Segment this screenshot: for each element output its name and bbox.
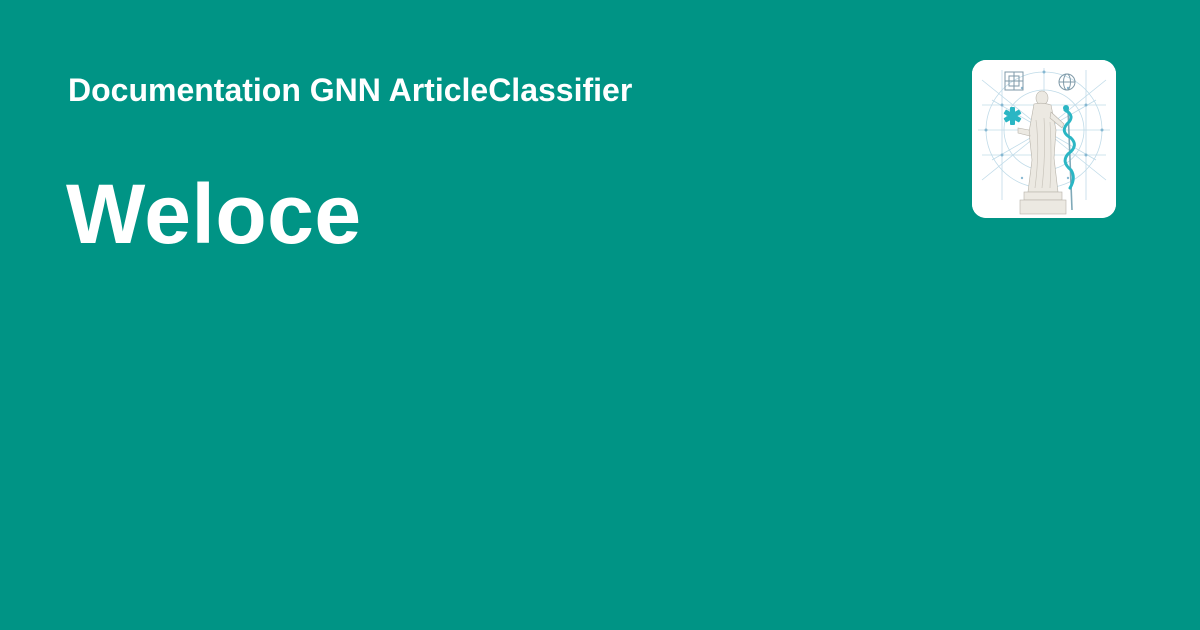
social-card: Documentation GNN ArticleClassifier Welo… xyxy=(0,0,1200,630)
page-title: Weloce xyxy=(66,167,362,261)
statue-network-logo-icon xyxy=(972,60,1116,218)
site-name: Documentation GNN ArticleClassifier xyxy=(68,72,633,108)
